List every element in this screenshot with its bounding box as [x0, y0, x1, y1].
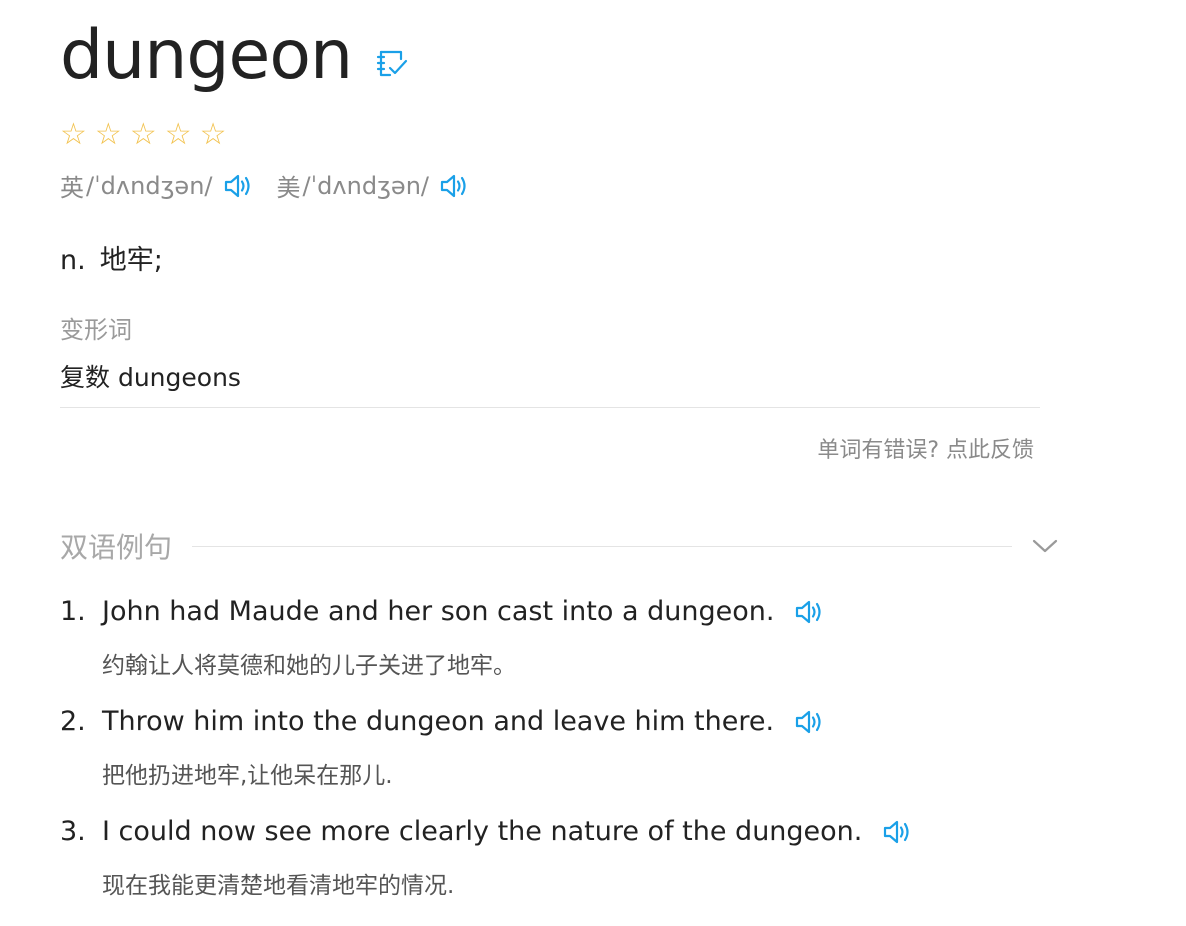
- examples-section-title: 双语例句: [60, 531, 173, 564]
- headword-row: dungeon: [60, 22, 408, 90]
- example-english: Throw him into the dungeon and leave him…: [102, 706, 826, 737]
- part-of-speech: n.: [60, 245, 86, 276]
- add-to-wordbook-icon[interactable]: [376, 47, 408, 79]
- example-number: 2.: [60, 706, 86, 737]
- speaker-icon[interactable]: [794, 707, 826, 737]
- example-chinese: 把他扔进地牢,让他呆在那儿.: [102, 763, 393, 789]
- star-icon: ☆: [164, 117, 192, 152]
- phonetic-us-ipa: /ˈdʌndʒən/: [302, 171, 430, 200]
- frequency-stars: ☆ ☆ ☆ ☆ ☆: [60, 120, 227, 150]
- chevron-down-icon[interactable]: [1032, 538, 1058, 554]
- headword: dungeon: [60, 16, 353, 95]
- example-english-text: John had Maude and her son cast into a d…: [102, 596, 775, 627]
- star-icon: ☆: [199, 117, 227, 152]
- speaker-icon[interactable]: [223, 171, 255, 201]
- phonetic-us: 美 /ˈdʌndʒən/: [277, 168, 472, 203]
- feedback-link[interactable]: 单词有错误? 点此反馈: [817, 432, 1034, 464]
- star-icon: ☆: [60, 117, 87, 152]
- definition: n. 地牢;: [60, 238, 163, 277]
- example-item: 1. John had Maude and her son cast into …: [60, 596, 1160, 706]
- speaker-icon[interactable]: [882, 817, 914, 847]
- star-icon: ☆: [129, 117, 157, 152]
- phonetics: 英 /ˈdʌndʒən/ 美 /ˈdʌndʒən/: [60, 168, 493, 203]
- word-form-label: 复数: [60, 363, 111, 392]
- phonetic-uk-label: 英: [60, 174, 84, 202]
- phonetic-us-label: 美: [276, 174, 301, 202]
- example-item: 3. I could now see more clearly the natu…: [60, 816, 1160, 926]
- example-chinese: 约翰让人将莫德和她的儿子关进了地牢。: [102, 653, 516, 679]
- example-english: John had Maude and her son cast into a d…: [102, 596, 826, 627]
- divider: [60, 407, 1040, 408]
- example-english-text: I could now see more clearly the nature …: [102, 816, 863, 847]
- example-chinese: 现在我能更清楚地看清地牢的情况.: [102, 873, 455, 899]
- speaker-icon[interactable]: [439, 171, 471, 201]
- word-forms-line: 复数 dungeons: [60, 358, 241, 394]
- example-item: 2. Throw him into the dungeon and leave …: [60, 706, 1160, 816]
- definition-meaning: 地牢;: [99, 245, 163, 276]
- speaker-icon[interactable]: [794, 597, 826, 627]
- examples-list: 1. John had Maude and her son cast into …: [60, 596, 1160, 926]
- example-number: 3.: [60, 816, 86, 847]
- example-english: I could now see more clearly the nature …: [102, 816, 914, 847]
- section-divider: [192, 545, 1012, 547]
- word-forms-title: 变形词: [60, 316, 132, 344]
- example-english-text: Throw him into the dungeon and leave him…: [102, 706, 775, 737]
- example-number: 1.: [60, 596, 86, 627]
- star-icon: ☆: [94, 117, 122, 152]
- phonetic-uk: 英 /ˈdʌndʒən/: [60, 168, 255, 203]
- examples-section-header: 双语例句: [60, 526, 1060, 566]
- word-form-value: dungeons: [117, 363, 241, 392]
- phonetic-uk-ipa: /ˈdʌndʒən/: [86, 171, 213, 200]
